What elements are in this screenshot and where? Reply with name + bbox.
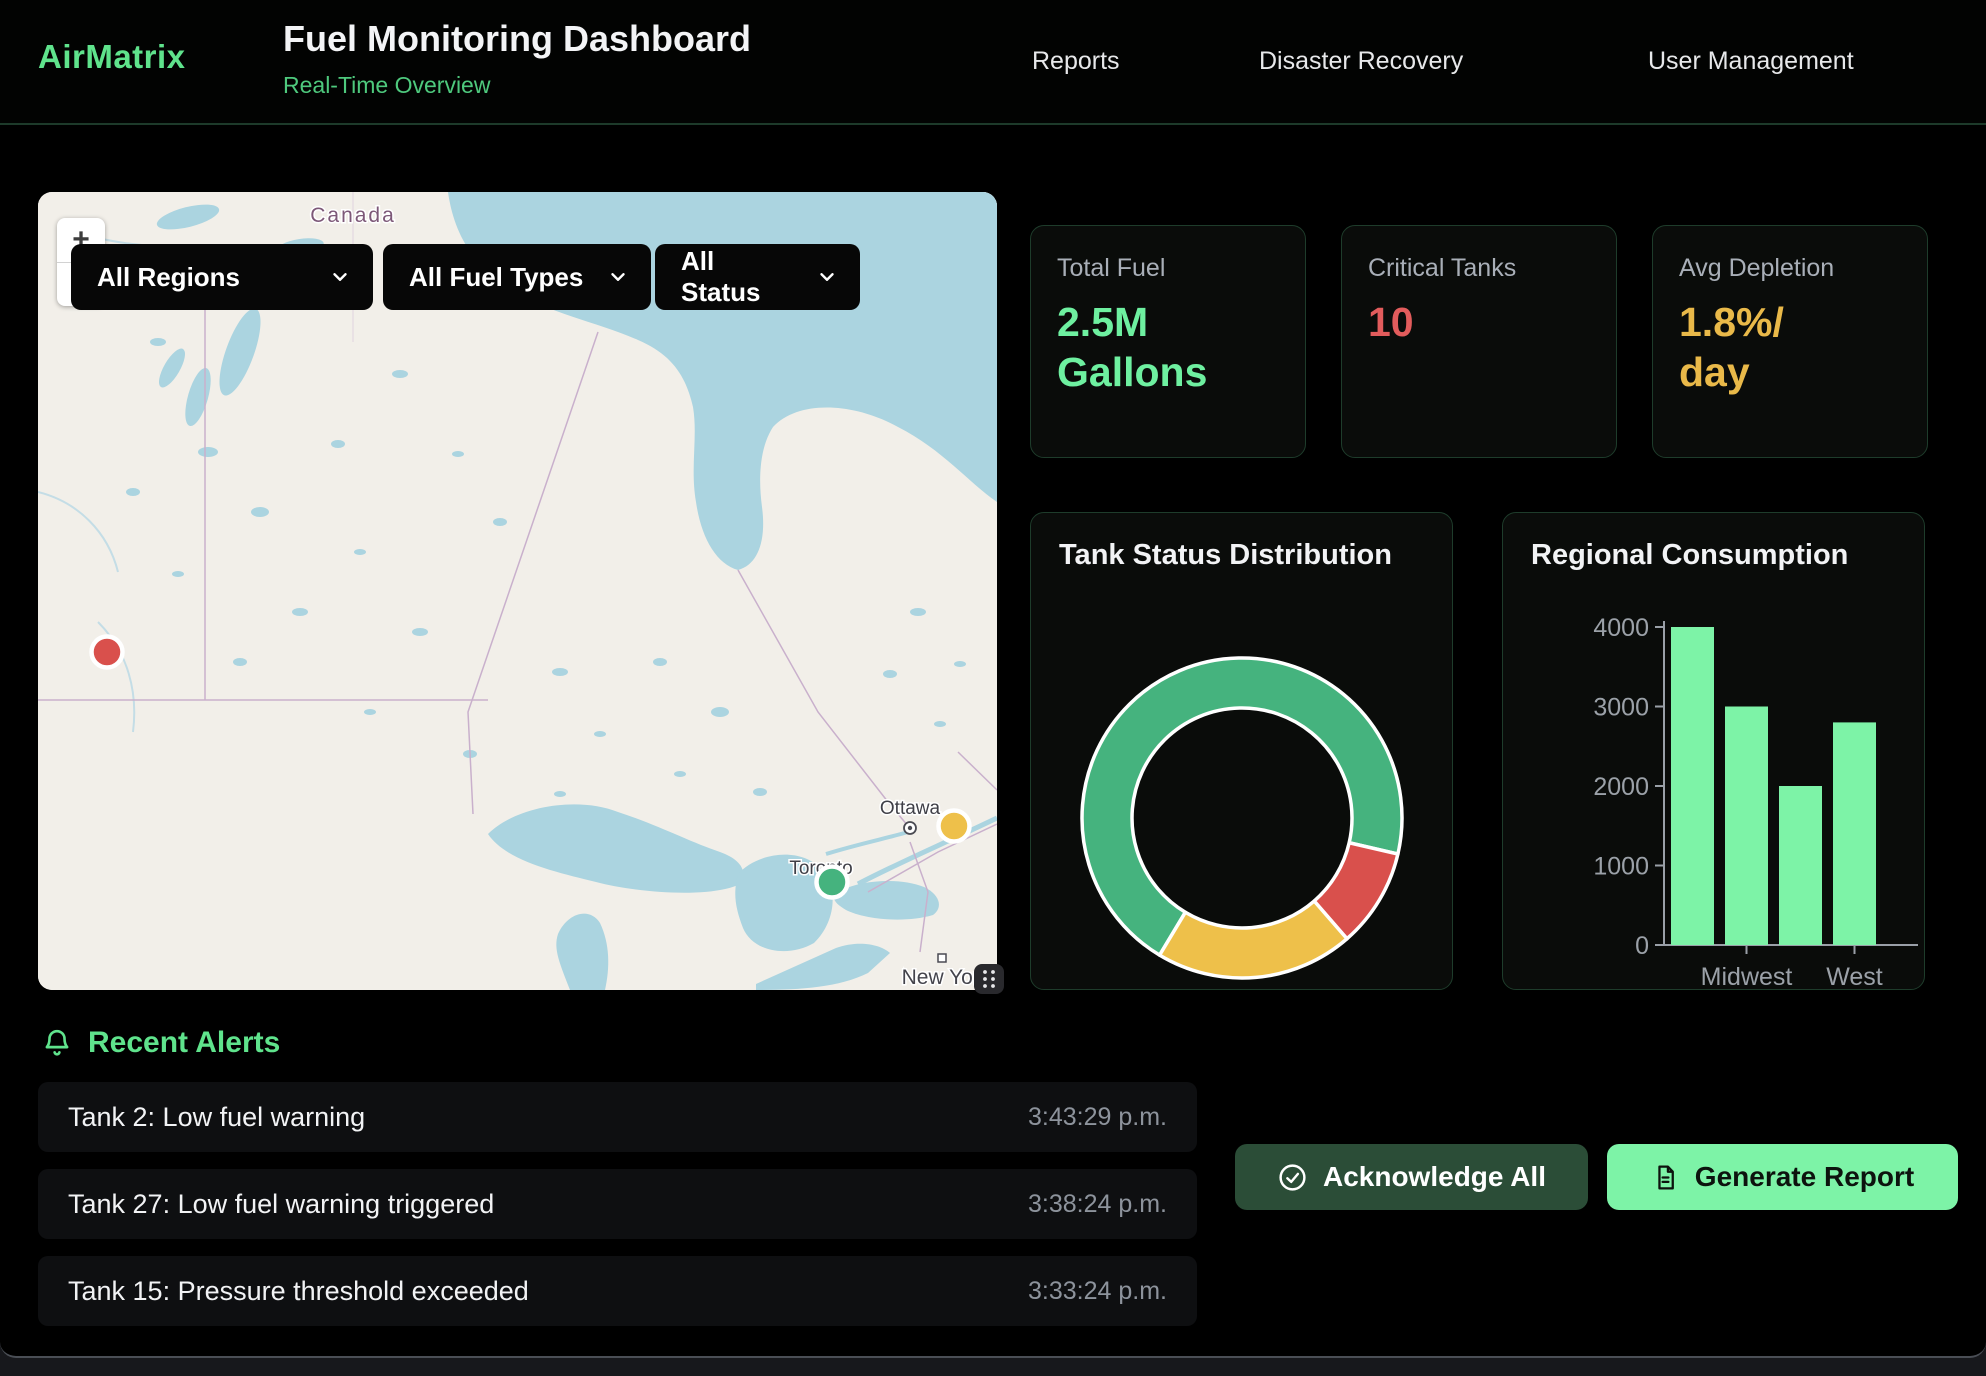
map-panel[interactable]: Canada Ottawa Toronto New York + − All R… [38,192,997,990]
bell-icon [42,1026,72,1060]
stat-label: Critical Tanks [1368,254,1590,283]
critical-tank-marker[interactable] [92,637,123,668]
alert-row[interactable]: Tank 27: Low fuel warning triggered 3:38… [38,1169,1197,1239]
grip-dots-icon [974,964,1004,994]
bar-south [1779,786,1822,945]
fuel-type-filter-dropdown[interactable]: All Fuel Types [383,244,651,310]
page-title: Fuel Monitoring Dashboard [283,18,751,60]
recent-alerts-header: Recent Alerts [42,1026,280,1060]
chevron-down-icon [607,266,629,288]
stat-value: 2.5MGallons [1057,297,1279,397]
y-tick-label: 3000 [1593,694,1649,722]
report-document-icon [1651,1163,1680,1192]
stat-card-total-fuel: Total Fuel 2.5MGallons [1030,225,1306,458]
y-tick-label: 1000 [1593,853,1649,881]
map-canvas[interactable]: Canada Ottawa Toronto New York [38,192,997,990]
generate-report-button[interactable]: Generate Report [1607,1144,1958,1210]
dashboard-window: AirMatrix Fuel Monitoring Dashboard Real… [0,0,1986,1358]
stat-card-critical-tanks: Critical Tanks 10 [1341,225,1617,458]
status-filter-dropdown[interactable]: All Status [655,244,860,310]
warning-tank-marker[interactable] [939,811,970,842]
tank-status-distribution-panel: Tank Status Distribution [1030,512,1453,990]
alert-timestamp: 3:33:24 p.m. [1028,1277,1167,1306]
stat-card-avg-depletion: Avg Depletion 1.8%/day [1652,225,1928,458]
fuel-type-filter-value: All Fuel Types [409,262,583,293]
regional-consumption-panel: Regional Consumption 01000200030004000Mi… [1502,512,1925,990]
stat-value: 10 [1368,297,1590,347]
bar-midwest [1725,707,1768,946]
alert-message: Tank 2: Low fuel warning [68,1102,365,1133]
donut-segment-warning [1160,901,1347,978]
check-circle-icon [1277,1162,1308,1193]
stat-label: Total Fuel [1057,254,1279,283]
map-label-canada: Canada [310,204,396,227]
y-tick-label: 0 [1635,932,1649,960]
header: AirMatrix Fuel Monitoring Dashboard Real… [0,0,1986,125]
page-subtitle: Real-Time Overview [283,72,490,99]
region-filter-value: All Regions [97,262,240,293]
chevron-down-icon [816,266,838,288]
tank-status-donut-chart [1031,513,1453,990]
nav-reports[interactable]: Reports [1032,47,1120,76]
normal-tank-marker[interactable] [817,867,848,898]
chevron-down-icon [329,266,351,288]
generate-report-label: Generate Report [1695,1161,1914,1193]
x-tick-label: Midwest [1701,963,1793,990]
x-tick-label: West [1826,963,1883,990]
bar-northeast [1671,627,1714,945]
bar-west [1833,722,1876,945]
alert-row[interactable]: Tank 15: Pressure threshold exceeded 3:3… [38,1256,1197,1326]
map-label-ottawa: Ottawa [880,798,941,819]
acknowledge-all-button[interactable]: Acknowledge All [1235,1144,1588,1210]
regional-consumption-bar-chart: 0 1000 2000 3000 4000 Midwest West [1503,513,1925,990]
map-resize-handle[interactable] [974,964,1004,994]
y-tick-label: 4000 [1593,614,1649,642]
alert-row[interactable]: Tank 2: Low fuel warning 3:43:29 p.m. [38,1082,1197,1152]
alert-message: Tank 27: Low fuel warning triggered [68,1189,494,1220]
nav-user-management[interactable]: User Management [1648,47,1854,76]
nav-disaster-recovery[interactable]: Disaster Recovery [1259,47,1463,76]
recent-alerts-title: Recent Alerts [88,1026,280,1060]
alert-timestamp: 3:43:29 p.m. [1028,1103,1167,1132]
status-filter-value: All Status [681,246,798,308]
y-tick-label: 2000 [1593,773,1649,801]
alert-message: Tank 15: Pressure threshold exceeded [68,1276,529,1307]
app-logo: AirMatrix [38,38,186,76]
stat-label: Avg Depletion [1679,254,1901,283]
alert-timestamp: 3:38:24 p.m. [1028,1190,1167,1219]
region-filter-dropdown[interactable]: All Regions [71,244,373,310]
stat-value: 1.8%/day [1679,297,1901,397]
acknowledge-all-label: Acknowledge All [1323,1161,1546,1193]
